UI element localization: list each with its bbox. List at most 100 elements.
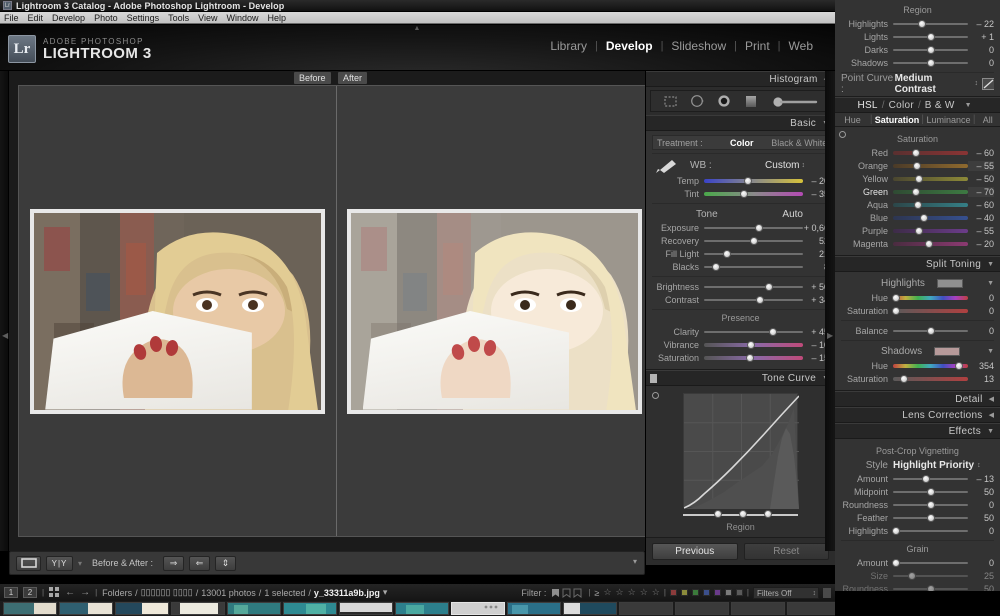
menu-help[interactable]: Help [268, 13, 287, 23]
color-label-custom[interactable] [735, 589, 743, 596]
slider-hsl-yellow[interactable]: Yellow – 50 [841, 172, 994, 185]
point-curve-stepper-icon[interactable]: ↕ [974, 80, 978, 87]
slider-knob[interactable] [892, 559, 900, 567]
slider-track[interactable] [704, 175, 803, 186]
slider-hsl-purple[interactable]: Purple – 55 [841, 224, 994, 237]
slider-track[interactable] [893, 499, 968, 510]
filmstrip-thumb[interactable] [59, 602, 113, 615]
go-forward-icon[interactable]: → [80, 587, 90, 598]
menu-file[interactable]: File [4, 13, 19, 23]
tab-hue[interactable]: Hue [835, 115, 870, 125]
slider-exposure[interactable]: Exposure + 0,66 [652, 221, 829, 234]
before-view[interactable] [19, 86, 336, 536]
slider-knob[interactable] [746, 341, 755, 349]
slider-saturation[interactable]: Saturation – 15 [652, 351, 829, 364]
module-slideshow[interactable]: Slideshow [663, 39, 734, 53]
slider-knob[interactable] [926, 488, 935, 496]
slider-track[interactable] [704, 261, 803, 272]
slider-knob[interactable] [926, 33, 935, 41]
slider-value[interactable]: – 55 [968, 226, 994, 236]
previous-button[interactable]: Previous [652, 543, 738, 560]
panel-title-color[interactable]: Color [889, 100, 914, 111]
slider-value[interactable]: – 60 [968, 148, 994, 158]
slider-value[interactable]: – 50 [968, 174, 994, 184]
reset-button[interactable]: Reset [743, 543, 829, 560]
right-panel-toggle[interactable]: ▶ [825, 71, 835, 551]
color-label-blue[interactable] [702, 589, 710, 596]
module-web[interactable]: Web [781, 39, 821, 53]
slider-knob[interactable] [750, 237, 759, 245]
menu-settings[interactable]: Settings [127, 13, 160, 23]
slider-track[interactable] [893, 199, 968, 210]
rating-star-4[interactable]: ☆ [640, 587, 648, 598]
slider-split-shadows-saturation[interactable]: Saturation 13 [841, 372, 994, 385]
style-value[interactable]: Highlight Priority [893, 460, 974, 471]
slider-knob[interactable] [769, 328, 778, 336]
tab-saturation[interactable]: Saturation [873, 115, 922, 125]
slider-value[interactable]: 354 [968, 361, 994, 371]
slider-knob[interactable] [722, 250, 731, 258]
filmstrip-thumb[interactable] [507, 602, 561, 615]
filmstrip-thumb[interactable] [171, 602, 225, 615]
slider-split-shadows-hue[interactable]: Hue 354 [841, 359, 994, 372]
slider-track[interactable] [893, 57, 968, 68]
go-back-icon[interactable]: ← [65, 587, 75, 598]
filmstrip-thumb-selected[interactable] [451, 602, 505, 615]
tab-luminance[interactable]: Luminance [924, 115, 973, 125]
copy-after-settings-button[interactable]: ⇒ [163, 555, 185, 571]
slider-hsl-aqua[interactable]: Aqua – 60 [841, 198, 994, 211]
slider-knob[interactable] [756, 296, 765, 304]
flag-filter-icons[interactable] [550, 588, 584, 598]
module-develop[interactable]: Develop [598, 39, 661, 53]
slider-knob[interactable] [955, 362, 963, 370]
slider-knob[interactable] [917, 20, 926, 28]
breadcrumb-root[interactable]: Folders [102, 588, 132, 598]
color-label-green[interactable] [691, 589, 699, 596]
panel-header-split-toning[interactable]: Split Toning ▼ [835, 256, 1000, 272]
slider-fill-light[interactable]: Fill Light 21 [652, 247, 829, 260]
slider-contrast[interactable]: Contrast + 34 [652, 293, 829, 306]
tone-curve-graph[interactable] [683, 393, 800, 509]
tone-curve-handle[interactable] [738, 510, 747, 518]
filmstrip-thumb[interactable] [731, 602, 785, 615]
slider-knob[interactable] [900, 375, 909, 383]
tone-curve-range-sliders[interactable] [683, 510, 798, 519]
slider-track[interactable] [704, 339, 803, 350]
tab-all[interactable]: All [976, 115, 1000, 125]
slider-track[interactable] [893, 160, 968, 171]
rating-operator[interactable]: ≥ [595, 588, 600, 598]
adjustment-brush-icon[interactable] [770, 95, 818, 108]
slider-track[interactable] [704, 188, 803, 199]
slider-knob[interactable] [926, 59, 935, 67]
panel-header-effects[interactable]: Effects ▼ [835, 423, 1000, 439]
crop-overlay-icon[interactable] [663, 95, 678, 108]
slider-track[interactable] [704, 281, 803, 292]
rating-star-2[interactable]: ☆ [616, 587, 624, 598]
after-view[interactable] [335, 86, 654, 536]
filmstrip-thumb[interactable] [563, 602, 617, 615]
module-print[interactable]: Print [737, 39, 778, 53]
slider-knob[interactable] [926, 514, 935, 522]
slider-track[interactable] [893, 212, 968, 223]
loupe-view-icon[interactable] [16, 555, 41, 571]
slider-knob[interactable] [892, 527, 900, 535]
slider-split-highlights-hue[interactable]: Hue 0 [841, 291, 994, 304]
slider-knob[interactable] [912, 149, 921, 157]
style-stepper-icon[interactable]: ↕ [977, 462, 981, 469]
split-shadows-swatch[interactable] [934, 347, 961, 356]
filter-lock-icon[interactable] [823, 587, 831, 598]
menu-edit[interactable]: Edit [28, 13, 44, 23]
slider-knob[interactable] [743, 177, 752, 185]
slider-hsl-magenta[interactable]: Magenta – 20 [841, 237, 994, 250]
panel-header-tone-curve[interactable]: Tone Curve ▼ [646, 370, 835, 386]
slider-value[interactable]: 50 [968, 513, 994, 523]
slider-value[interactable]: – 13 [968, 474, 994, 484]
slider-vibrance[interactable]: Vibrance – 10 [652, 338, 829, 351]
slider-value[interactable]: 13 [968, 374, 994, 384]
slider-track[interactable] [893, 512, 968, 523]
before-after-view-icon[interactable]: Y|Y [46, 555, 73, 571]
color-label-red[interactable] [669, 589, 677, 596]
slider-knob[interactable] [892, 307, 900, 315]
menu-view[interactable]: View [198, 13, 217, 23]
slider-vignette-amount[interactable]: Amount – 13 [841, 472, 994, 485]
